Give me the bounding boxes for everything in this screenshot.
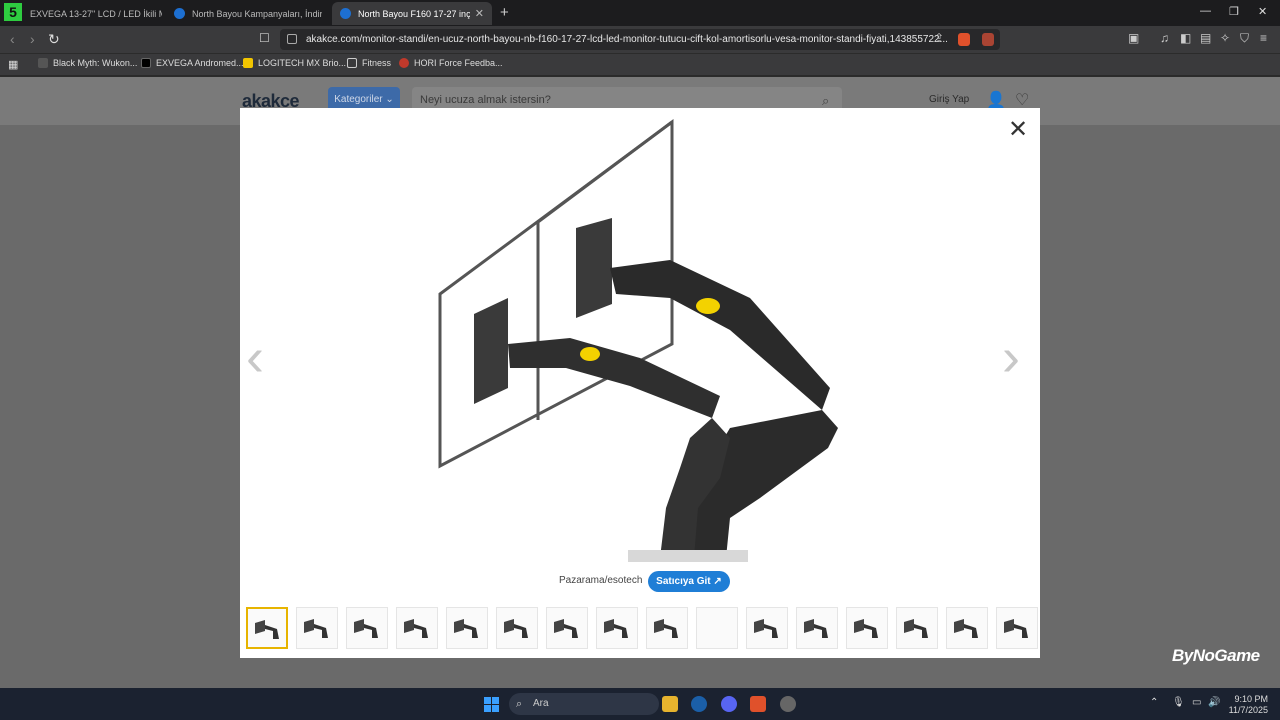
bookmark-hori[interactable]: HORI Force Feedba... — [399, 58, 503, 68]
bookmark-black-myth[interactable]: Black Myth: Wukon... — [38, 58, 137, 68]
bookmarks-bar: ▦ Black Myth: Wukon... EXVEGA Andromed..… — [0, 54, 1280, 76]
search-placeholder: Neyi ucuza almak istersin? — [420, 94, 551, 106]
close-tab-icon[interactable]: ✕ — [475, 7, 484, 20]
url-field[interactable]: akakce.com/monitor-standi/en-ucuz-north-… — [280, 29, 1000, 50]
tab-title: North Bayou Kampanyaları, İndirimle — [192, 8, 322, 19]
thumbnail[interactable] — [696, 607, 738, 649]
taskbar-search[interactable]: ⌕ Ara — [509, 693, 659, 715]
forward-icon[interactable]: › — [30, 31, 35, 47]
steam-icon[interactable] — [691, 696, 707, 712]
apps-grid-icon[interactable]: ▦ — [8, 58, 18, 71]
folder-icon — [347, 58, 357, 68]
clock-time: 9:10 PM — [1234, 694, 1268, 704]
bookmark-label: EXVEGA Andromed... — [156, 58, 244, 68]
media-icon[interactable]: ♫ — [1160, 31, 1169, 45]
thumbnail[interactable] — [796, 607, 838, 649]
thumbnail[interactable] — [846, 607, 888, 649]
minimize-icon[interactable]: — — [1200, 5, 1211, 17]
thumbnail[interactable] — [396, 607, 438, 649]
bookmark-label: Fitness — [362, 58, 392, 68]
thumbnail[interactable] — [996, 607, 1038, 649]
search-icon: ⌕ — [516, 698, 523, 710]
tab-bar: 5 EXVEGA 13-27" LCD / LED İkili Monit No… — [0, 0, 1280, 26]
bookmark-favicon-icon — [141, 58, 151, 68]
site-info-icon[interactable] — [287, 34, 297, 44]
thumbnail[interactable] — [646, 607, 688, 649]
tab-north-bayou-f160[interactable]: North Bayou F160 17-27 inç İkili ✕ — [332, 2, 492, 25]
file-explorer-icon[interactable] — [662, 696, 678, 712]
thumbnail[interactable] — [496, 607, 538, 649]
brave-browser-icon[interactable] — [750, 696, 766, 712]
taskbar-search-label: Ara — [533, 698, 549, 709]
bookmark-icon[interactable]: ☐ — [259, 31, 270, 45]
bookmark-exvega[interactable]: EXVEGA Andromed... — [141, 58, 244, 68]
search-icon[interactable]: ⌕ — [822, 93, 829, 109]
address-bar: ‹ › ↻ ☐ akakce.com/monitor-standi/en-ucu… — [0, 26, 1280, 53]
brave-rewards-icon[interactable] — [982, 33, 994, 46]
tab-title: EXVEGA 13-27" LCD / LED İkili Monit — [30, 8, 162, 19]
menu-icon[interactable]: ≡ — [1260, 31, 1267, 45]
bookmark-label: HORI Force Feedba... — [414, 58, 503, 68]
bookmark-label: LOGITECH MX Brio... — [258, 58, 347, 68]
akakce-favicon-icon — [340, 8, 351, 19]
bookmark-favicon-icon — [399, 58, 409, 68]
discord-icon[interactable] — [721, 696, 737, 712]
akakce-favicon-icon — [174, 8, 185, 19]
wallet-icon[interactable]: ▤ — [1200, 31, 1211, 45]
tab-title: North Bayou F160 17-27 inç İkili — [358, 8, 470, 19]
clock[interactable]: 9:10 PM 11/7/2025 — [1226, 694, 1268, 716]
reload-icon[interactable]: ↻ — [48, 31, 60, 48]
brave-shield-icon[interactable] — [958, 33, 970, 46]
tab-exvega[interactable]: EXVEGA 13-27" LCD / LED İkili Monit — [22, 2, 162, 25]
windows-start-icon[interactable] — [484, 697, 499, 712]
leo-ai-icon[interactable]: ✧ — [1220, 31, 1230, 45]
url-text: akakce.com/monitor-standi/en-ucuz-north-… — [306, 34, 948, 45]
thumbnail[interactable] — [246, 607, 288, 649]
back-icon[interactable]: ‹ — [10, 31, 15, 47]
thumbnail[interactable] — [346, 607, 388, 649]
taskbar: ⌕ Ara ⌃ 🎙 ▭ 🔊 9:10 PM 11/7/2025 — [0, 688, 1280, 720]
previous-image-icon[interactable]: ‹ — [246, 330, 264, 384]
thumbnail[interactable] — [596, 607, 638, 649]
heart-icon[interactable]: ♡ — [1015, 90, 1029, 110]
restore-icon[interactable]: ❐ — [1229, 5, 1239, 18]
bookmark-logitech[interactable]: LOGITECH MX Brio... — [243, 58, 346, 68]
vpn-icon[interactable]: ⛉ — [1240, 31, 1249, 46]
app-icon[interactable] — [780, 696, 796, 712]
network-icon[interactable]: ▭ — [1192, 697, 1201, 708]
product-image — [438, 119, 838, 562]
thumbnail[interactable] — [446, 607, 488, 649]
thumbnail[interactable] — [296, 607, 338, 649]
thumbnail[interactable] — [546, 607, 588, 649]
screenshot-icon[interactable]: ▣ — [1128, 31, 1139, 45]
app-logo: 5 — [4, 3, 22, 21]
user-icon[interactable]: 👤 — [986, 90, 1006, 110]
watermark: ByNoGame — [1172, 646, 1260, 665]
seller-name: Pazarama/esotech — [559, 575, 643, 586]
volume-icon[interactable]: 🔊 — [1208, 697, 1220, 708]
thumbnail[interactable] — [746, 607, 788, 649]
thumbnail[interactable] — [896, 607, 938, 649]
login-link[interactable]: Giriş Yap — [929, 94, 969, 105]
bookmark-folder-fitness[interactable]: Fitness — [347, 58, 391, 68]
next-image-icon[interactable]: › — [1002, 330, 1020, 384]
close-icon[interactable]: ✕ — [1008, 118, 1028, 142]
new-tab-button[interactable]: + — [500, 4, 509, 21]
microphone-icon[interactable]: 🎙 — [1172, 697, 1185, 708]
bookmark-label: Black Myth: Wukon... — [53, 58, 138, 68]
thumbnail[interactable] — [946, 607, 988, 649]
close-window-icon[interactable]: ✕ — [1258, 5, 1267, 18]
categories-label: Kategoriler — [334, 94, 383, 105]
image-lightbox: ✕ ‹ › Pazarama/esotech Satıcıya Git ↗ — [240, 108, 1040, 658]
go-to-seller-label: Satıcıya Git — [656, 576, 711, 587]
tab-north-bayou-kampanya[interactable]: North Bayou Kampanyaları, İndirimle — [166, 2, 326, 25]
chevron-up-icon[interactable]: ⌃ — [1150, 697, 1158, 708]
share-icon[interactable]: ⇪ — [934, 31, 944, 45]
sidebar-icon[interactable]: ◧ — [1180, 31, 1191, 45]
clock-date: 11/7/2025 — [1228, 705, 1268, 715]
bookmark-favicon-icon — [38, 58, 48, 68]
bookmark-favicon-icon — [243, 58, 253, 68]
thumbnail-strip — [246, 607, 1040, 649]
go-to-seller-button[interactable]: Satıcıya Git ↗ — [648, 571, 730, 592]
